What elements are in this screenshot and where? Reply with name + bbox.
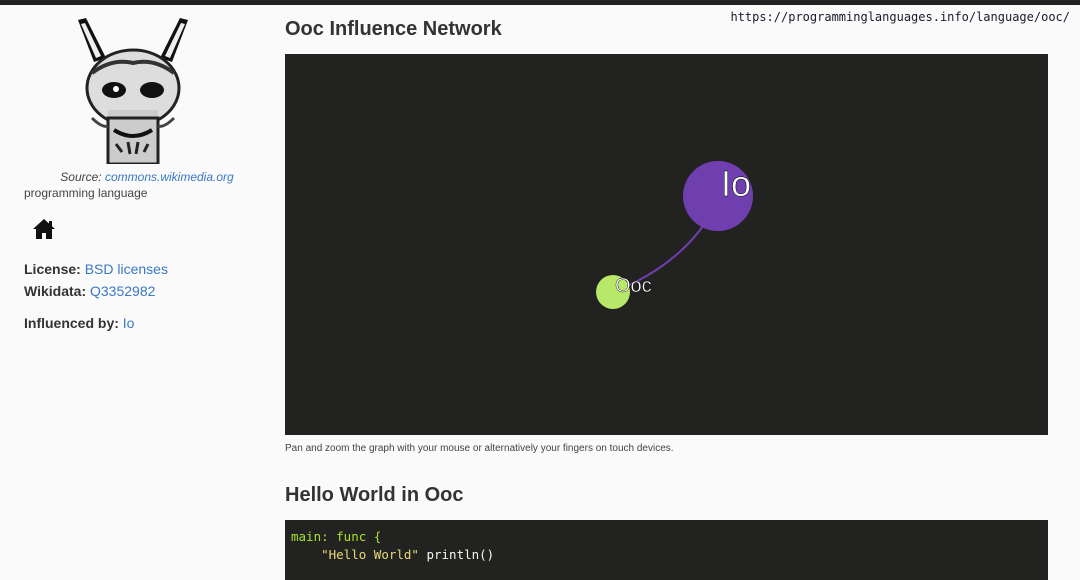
metadata: License: BSD licenses Wikidata: Q3352982 bbox=[24, 258, 254, 302]
graph-node-io-label: Io bbox=[721, 163, 751, 204]
influenced-label: Influenced by: bbox=[24, 315, 119, 331]
license-label: License: bbox=[24, 261, 81, 277]
llama-logo bbox=[72, 18, 194, 164]
code-line-2: "Hello World" println() bbox=[291, 546, 1042, 564]
wikidata-link[interactable]: Q3352982 bbox=[90, 283, 155, 299]
language-type: programming language bbox=[24, 186, 148, 200]
graph-node-ooc-label: Ooc bbox=[615, 275, 652, 297]
graph-title: Ooc Influence Network bbox=[285, 18, 502, 40]
influenced-link[interactable]: Io bbox=[123, 315, 135, 331]
license-row: License: BSD licenses bbox=[24, 258, 254, 280]
influence-graph[interactable]: Io Ooc bbox=[285, 54, 1048, 435]
code-line-1: main: func { bbox=[291, 528, 1042, 546]
code-call: println() bbox=[418, 547, 495, 562]
code-block: main: func { "Hello World" println() bbox=[285, 520, 1048, 580]
hello-world-title: Hello World in Ooc bbox=[285, 484, 464, 506]
source-link[interactable]: commons.wikimedia.org bbox=[105, 170, 234, 184]
wikidata-row: Wikidata: Q3352982 bbox=[24, 280, 254, 302]
sidebar: Source: commons.wikimedia.org programmin… bbox=[24, 18, 254, 331]
influenced-by-row: Influenced by: Io bbox=[24, 315, 254, 331]
main-content: Ooc Influence Network Io Ooc Pan and zoo… bbox=[285, 18, 1048, 580]
graph-canvas[interactable]: Io Ooc bbox=[285, 54, 1048, 435]
license-link[interactable]: BSD licenses bbox=[85, 261, 168, 277]
source-label: Source: bbox=[60, 170, 102, 184]
image-source: Source: commons.wikimedia.org bbox=[24, 170, 254, 184]
code-keyword: main: func { bbox=[291, 529, 382, 544]
logo-container bbox=[24, 18, 254, 164]
top-bar bbox=[0, 0, 1080, 5]
code-string: "Hello World" bbox=[321, 547, 419, 562]
wikidata-label: Wikidata: bbox=[24, 283, 87, 299]
graph-caption: Pan and zoom the graph with your mouse o… bbox=[285, 443, 674, 454]
home-icon[interactable] bbox=[32, 218, 56, 240]
